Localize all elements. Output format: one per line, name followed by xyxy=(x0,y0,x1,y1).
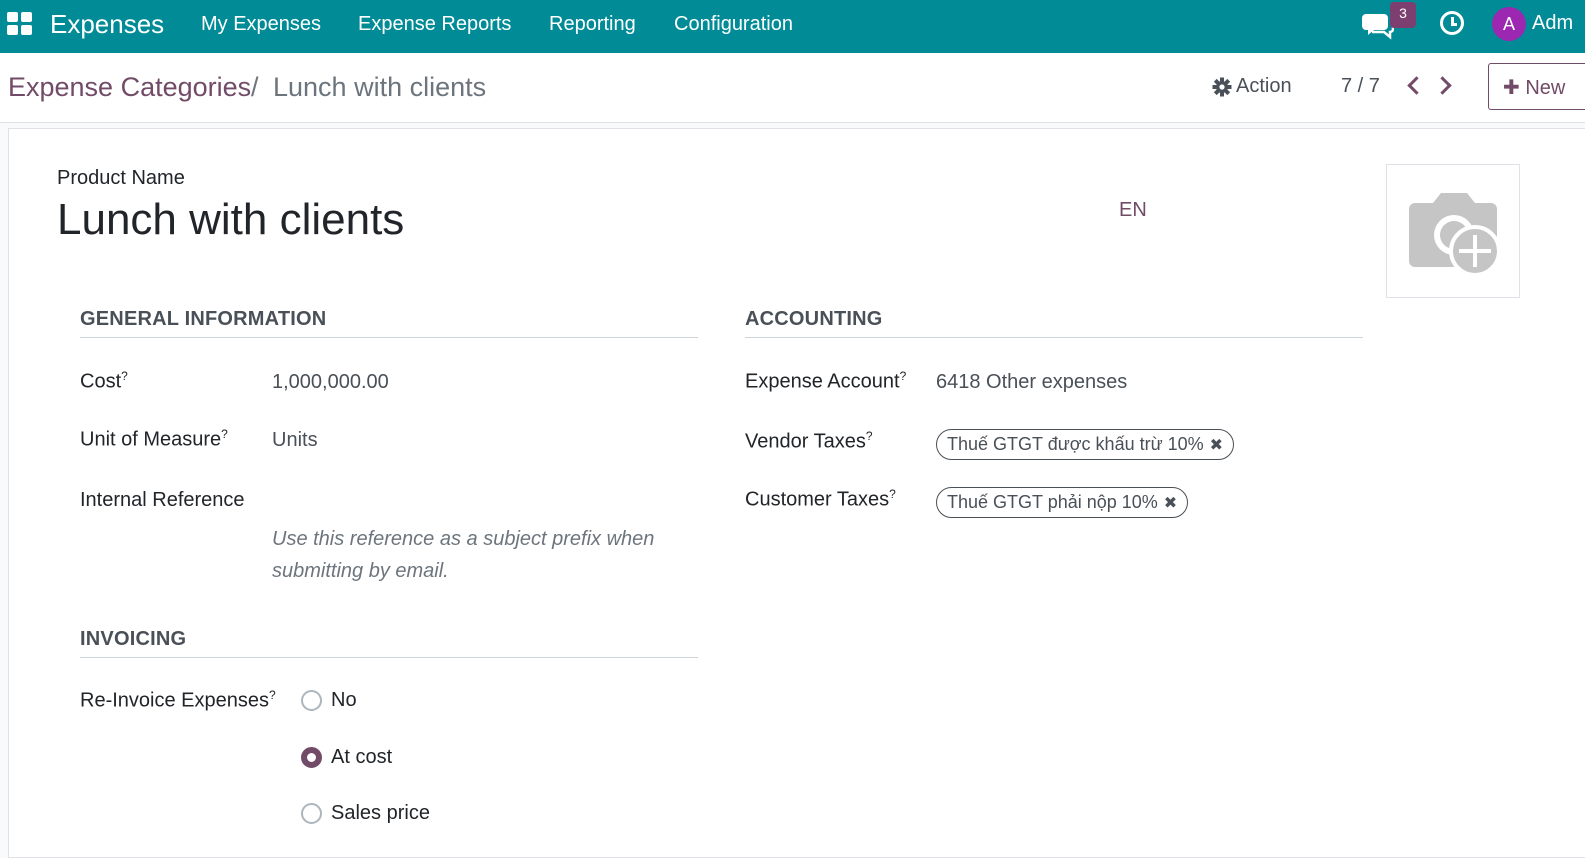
breadcrumb-separator: / xyxy=(251,72,259,102)
menu-my-expenses[interactable]: My Expenses xyxy=(201,13,321,36)
gear-icon xyxy=(1212,77,1232,96)
help-icon[interactable]: ? xyxy=(269,688,276,702)
action-label: Action xyxy=(1236,75,1292,97)
radio-no[interactable] xyxy=(301,690,322,711)
activity-clock-icon[interactable] xyxy=(1440,11,1464,35)
form-sheet: Product Name Lunch with clients EN GENER… xyxy=(8,128,1585,858)
divider xyxy=(80,337,698,338)
vendor-tax-tag[interactable]: Thuế GTGT được khấu trừ 10% ✖ xyxy=(936,429,1235,460)
plus-icon: ✚ xyxy=(1503,77,1520,99)
menu-configuration[interactable]: Configuration xyxy=(674,13,793,36)
menu-reporting[interactable]: Reporting xyxy=(549,13,636,36)
new-button[interactable]: ✚ New xyxy=(1488,63,1585,110)
language-button[interactable]: EN xyxy=(1119,199,1147,222)
app-name[interactable]: Expenses xyxy=(50,9,164,40)
uom-field[interactable]: Units xyxy=(272,429,318,452)
chevron-left-icon[interactable] xyxy=(1407,76,1426,95)
help-icon[interactable]: ? xyxy=(889,487,896,501)
general-information-title: GENERAL INFORMATION xyxy=(80,308,327,330)
camera-add-icon xyxy=(1409,193,1501,277)
internal-reference-label: Internal Reference xyxy=(80,489,245,511)
vendor-taxes-label: Vendor Taxes? xyxy=(745,429,873,453)
invoicing-title: INVOICING xyxy=(80,628,187,650)
uom-label: Unit of Measure? xyxy=(80,427,228,451)
customer-taxes-label: Customer Taxes? xyxy=(745,487,896,511)
tag-label: Thuế GTGT được khấu trừ 10% xyxy=(947,434,1204,454)
customer-tax-tag[interactable]: Thuế GTGT phải nộp 10% ✖ xyxy=(936,487,1189,518)
cost-field[interactable]: 1,000,000.00 xyxy=(272,371,389,394)
top-navbar: Expenses My Expenses Expense Reports Rep… xyxy=(0,0,1585,53)
divider xyxy=(80,657,698,658)
action-button[interactable]: Action xyxy=(1212,75,1292,98)
product-name-field[interactable]: Lunch with clients xyxy=(57,195,404,245)
expense-account-field[interactable]: 6418 Other expenses xyxy=(936,371,1127,394)
help-icon[interactable]: ? xyxy=(866,429,873,443)
breadcrumb-current: Lunch with clients xyxy=(273,72,487,102)
radio-at-cost[interactable] xyxy=(301,747,322,768)
radio-sales-price[interactable] xyxy=(301,803,322,824)
divider xyxy=(745,337,1363,338)
avatar[interactable]: A xyxy=(1492,7,1526,41)
help-icon[interactable]: ? xyxy=(121,369,128,383)
breadcrumb-parent[interactable]: Expense Categories xyxy=(8,72,251,103)
internal-reference-field[interactable]: Use this reference as a subject prefix w… xyxy=(272,523,692,587)
remove-tag-icon[interactable]: ✖ xyxy=(1164,493,1177,513)
product-name-label: Product Name xyxy=(57,167,185,189)
cost-label: Cost? xyxy=(80,369,128,393)
user-name[interactable]: Adm xyxy=(1532,12,1573,35)
radio-at-cost-label[interactable]: At cost xyxy=(331,746,392,769)
expense-account-label: Expense Account? xyxy=(745,369,907,393)
menu-expense-reports[interactable]: Expense Reports xyxy=(358,13,511,36)
image-upload[interactable] xyxy=(1386,164,1520,298)
apps-grid-icon[interactable] xyxy=(7,12,33,36)
radio-sales-price-label[interactable]: Sales price xyxy=(331,802,430,825)
pager-value[interactable]: 7 / 7 xyxy=(1341,75,1380,98)
accounting-title: ACCOUNTING xyxy=(745,308,883,330)
help-icon[interactable]: ? xyxy=(221,427,228,441)
help-icon[interactable]: ? xyxy=(900,369,907,383)
tag-label: Thuế GTGT phải nộp 10% xyxy=(947,492,1158,512)
chevron-right-icon[interactable] xyxy=(1433,76,1452,95)
chat-count-badge: 3 xyxy=(1390,2,1416,28)
reinvoice-label: Re-Invoice Expenses? xyxy=(80,688,276,712)
remove-tag-icon[interactable]: ✖ xyxy=(1210,435,1223,455)
control-panel: Expense Categories / Lunch with clients … xyxy=(0,53,1585,123)
new-label: New xyxy=(1525,77,1566,99)
radio-no-label[interactable]: No xyxy=(331,689,357,712)
